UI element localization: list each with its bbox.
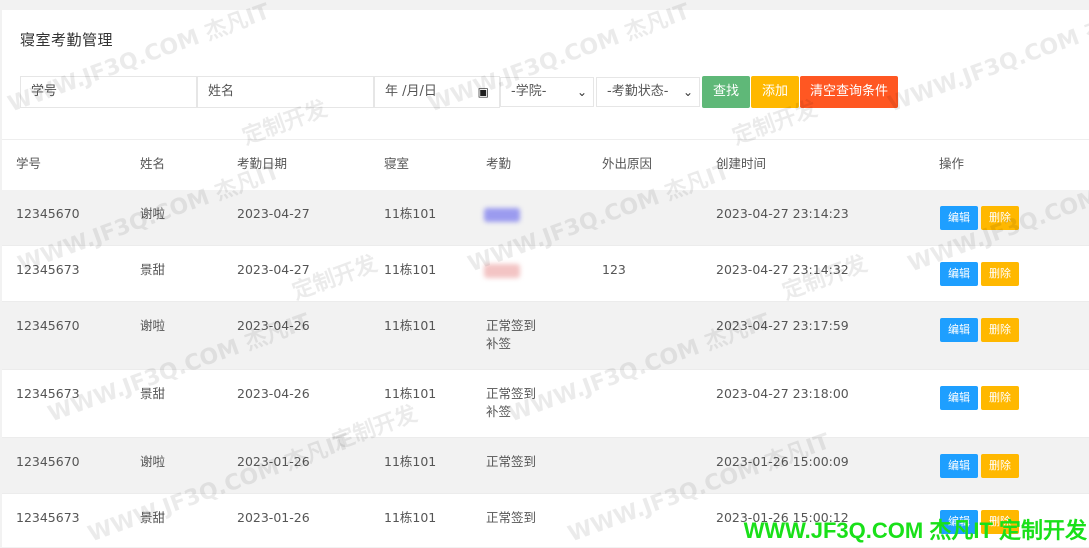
cell-date: 2023-04-27 [237,205,310,223]
header-date: 考勤日期 [237,155,287,173]
chevron-down-icon: ⌄ [683,78,693,106]
cell-reason: 123 [602,261,626,279]
chevron-down-icon: ⌄ [577,78,587,106]
cell-name: 景甜 [140,261,165,279]
table-row: 12345670 谢啦 2023-01-26 11栋101 正常签到 2023-… [2,438,1089,494]
cell-created: 2023-04-27 23:17:59 [716,317,849,335]
table-row: 12345673 景甜 2023-04-26 11栋101 正常签到 补签 20… [2,370,1089,438]
table-header: 学号 姓名 考勤日期 寝室 考勤 外出原因 创建时间 操作 [2,140,1089,191]
delete-button[interactable]: 删除 [981,386,1019,410]
name-input[interactable]: 姓名 [197,76,374,108]
cell-student-no: 12345673 [16,509,80,527]
header-name: 姓名 [140,155,165,173]
attendance-photo [484,264,520,278]
status-select-value: -考勤状态- [607,84,668,99]
date-input[interactable]: 年 /月/日 ▣ [374,76,500,108]
date-placeholder: 年 /月/日 [385,84,437,99]
cell-created: 2023-04-27 23:14:23 [716,205,849,223]
cell-attendance-secondary: 补签 [486,335,511,353]
calendar-icon[interactable]: ▣ [478,77,489,107]
cell-name: 谢啦 [140,317,165,335]
cell-student-no: 12345670 [16,453,80,471]
cell-attendance-primary: 正常签到 [486,509,536,527]
cell-attendance-primary: 正常签到 [486,385,536,403]
clear-filters-button[interactable]: 清空查询条件 [800,76,898,108]
table-row: 12345673 景甜 2023-04-27 11栋101 123 2023-0… [2,246,1089,302]
edit-button[interactable]: 编辑 [940,318,978,342]
edit-button[interactable]: 编辑 [940,262,978,286]
cell-created: 2023-04-27 23:14:32 [716,261,849,279]
college-select-value: -学院- [511,84,546,99]
cell-date: 2023-04-27 [237,261,310,279]
search-button[interactable]: 查找 [702,76,750,108]
status-select[interactable]: -考勤状态- ⌄ [596,77,700,107]
cell-room: 11栋101 [384,509,436,527]
cell-name: 谢啦 [140,205,165,223]
add-button[interactable]: 添加 [751,76,799,108]
college-select[interactable]: -学院- ⌄ [500,77,594,107]
cell-student-no: 12345673 [16,385,80,403]
student-no-input[interactable]: 学号 [20,76,197,108]
cell-room: 11栋101 [384,453,436,471]
cell-student-no: 12345673 [16,261,80,279]
header-created: 创建时间 [716,155,766,173]
delete-button[interactable]: 删除 [981,262,1019,286]
edit-button[interactable]: 编辑 [940,206,978,230]
cell-name: 谢啦 [140,453,165,471]
edit-button[interactable]: 编辑 [940,386,978,410]
watermark-banner: WWW.JF3Q.COM 杰凡IT 定制开发 [744,513,1087,545]
cell-created: 2023-04-27 23:18:00 [716,385,849,403]
cell-attendance-primary: 正常签到 [486,453,536,471]
table-row: 12345670 谢啦 2023-04-26 11栋101 正常签到 补签 20… [2,302,1089,370]
cell-date: 2023-04-26 [237,317,310,335]
header-reason: 外出原因 [602,155,652,173]
cell-room: 11栋101 [384,205,436,223]
delete-button[interactable]: 删除 [981,318,1019,342]
header-attendance: 考勤 [486,155,511,173]
cell-name: 景甜 [140,385,165,403]
content-panel: 寝室考勤管理 学号 姓名 年 /月/日 ▣ -学院- ⌄ -考勤状态- ⌄ 查找… [2,10,1089,547]
page-title: 寝室考勤管理 [20,29,113,50]
header-student-no: 学号 [16,155,41,173]
edit-button[interactable]: 编辑 [940,454,978,478]
cell-attendance-primary: 正常签到 [486,317,536,335]
header-room: 寝室 [384,155,409,173]
cell-room: 11栋101 [384,261,436,279]
cell-room: 11栋101 [384,317,436,335]
cell-attendance-secondary: 补签 [486,403,511,421]
cell-date: 2023-04-26 [237,385,310,403]
attendance-photo [484,208,520,222]
delete-button[interactable]: 删除 [981,454,1019,478]
cell-student-no: 12345670 [16,317,80,335]
cell-date: 2023-01-26 [237,453,310,471]
cell-name: 景甜 [140,509,165,527]
delete-button[interactable]: 删除 [981,206,1019,230]
cell-created: 2023-01-26 15:00:09 [716,453,849,471]
header-actions: 操作 [939,155,964,173]
table-row: 12345670 谢啦 2023-04-27 11栋101 2023-04-27… [2,190,1089,246]
cell-date: 2023-01-26 [237,509,310,527]
cell-room: 11栋101 [384,385,436,403]
cell-student-no: 12345670 [16,205,80,223]
